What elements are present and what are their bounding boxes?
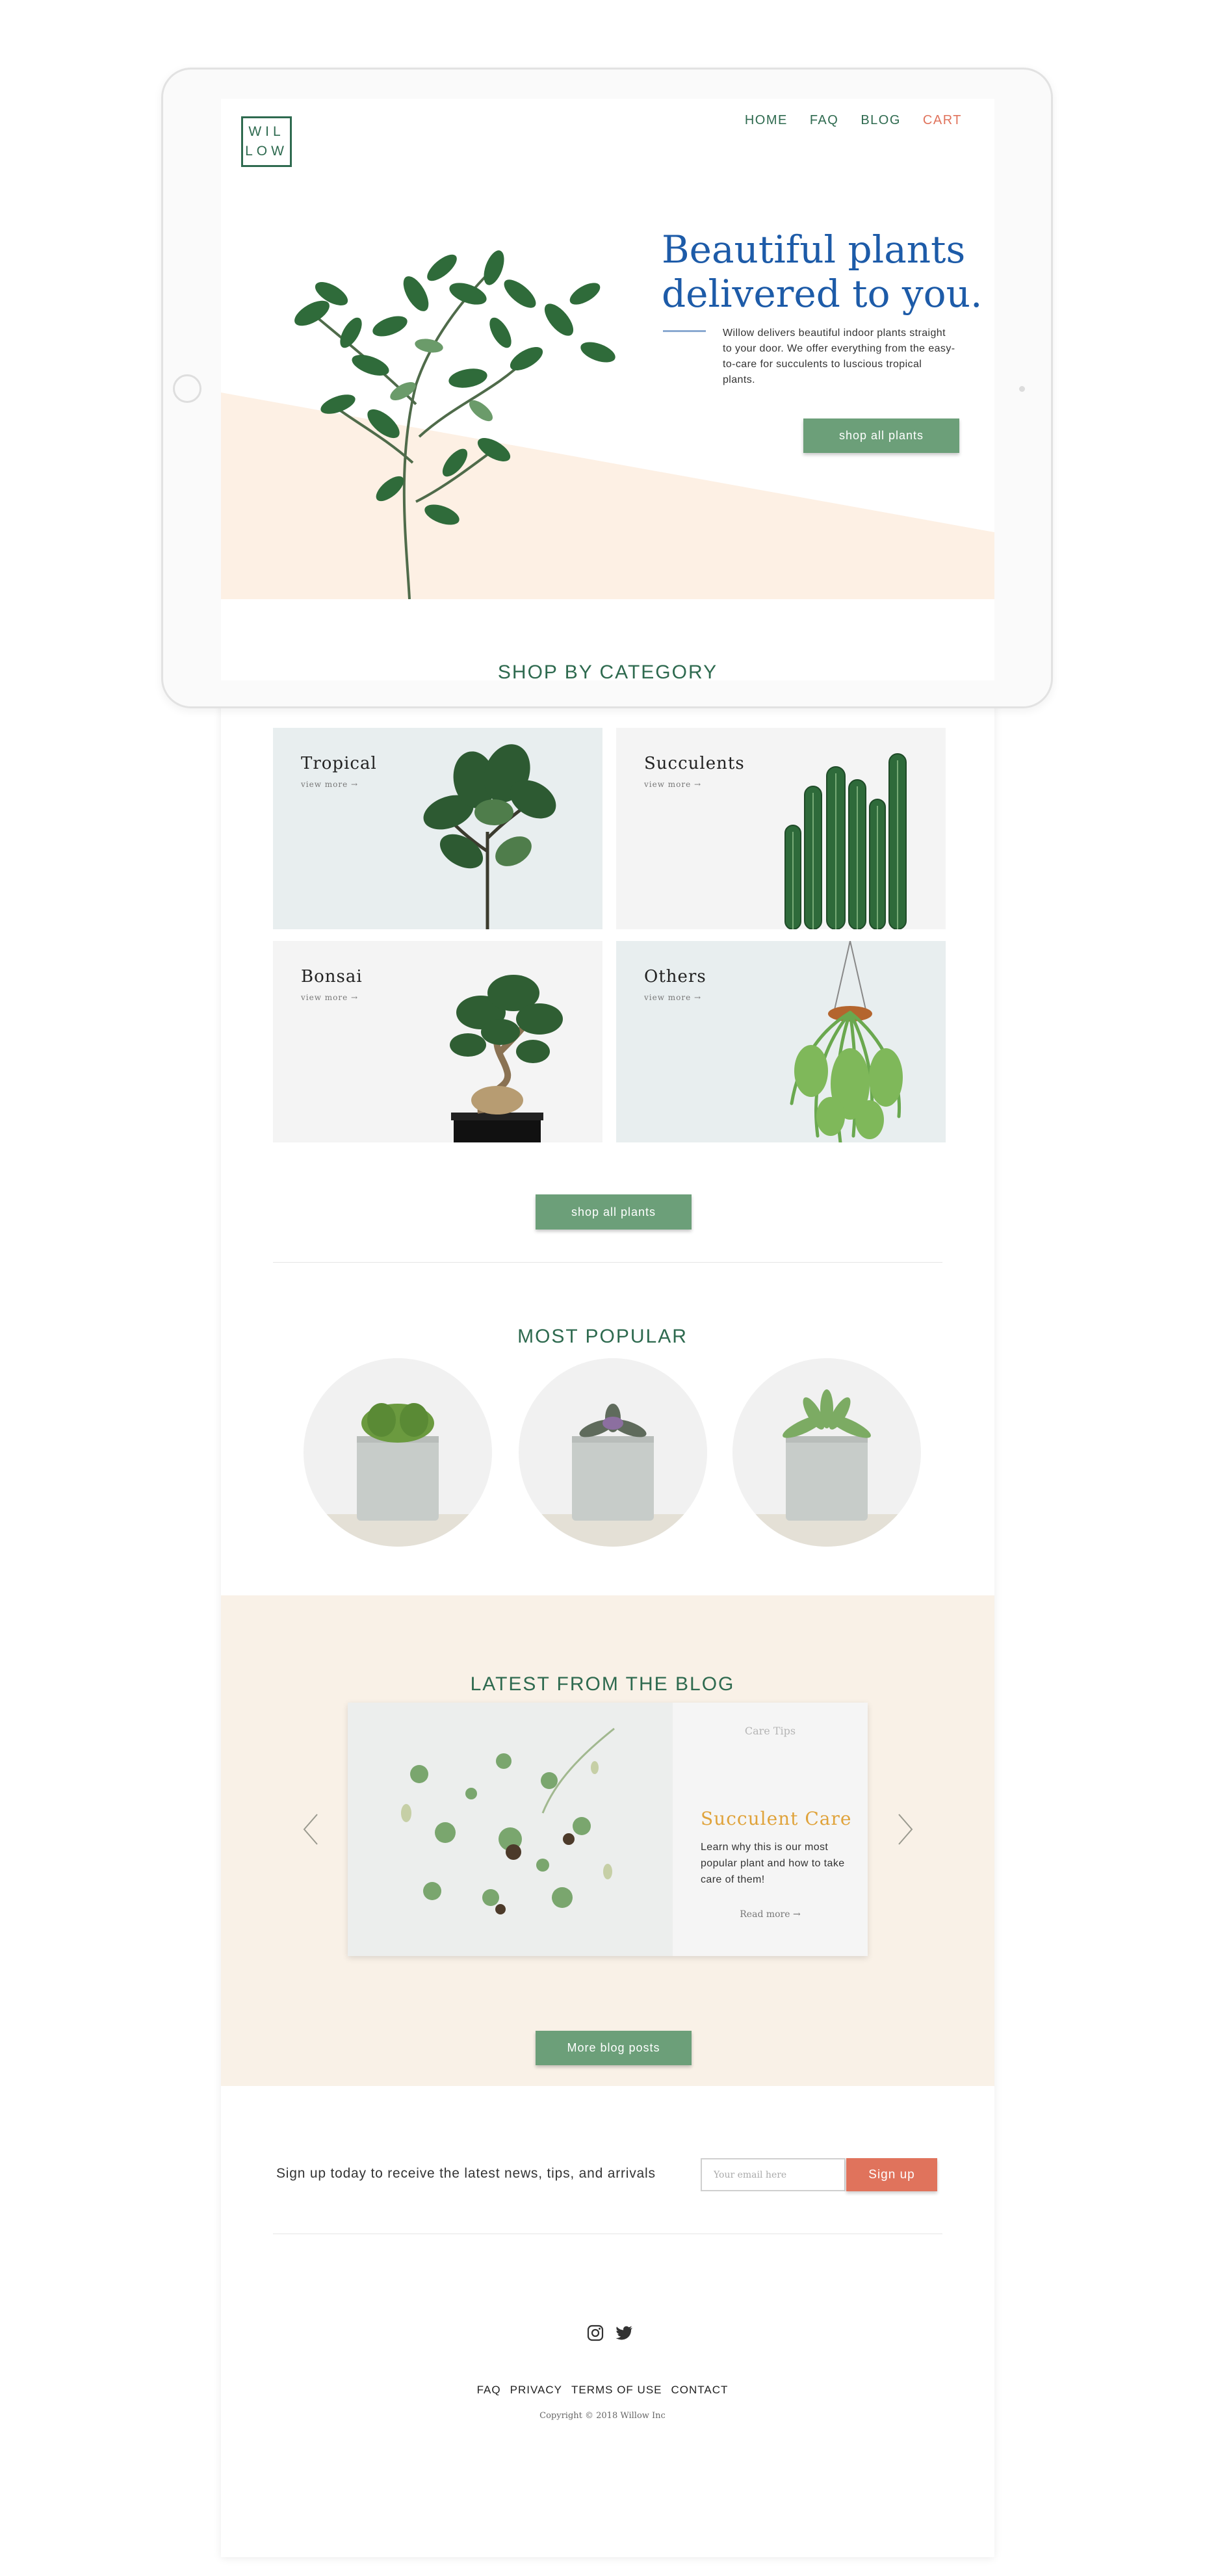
tablet-camera	[1019, 386, 1025, 392]
footer-link-privacy[interactable]: PRIVACY	[510, 2384, 562, 2397]
hero-description: Willow delivers beautiful indoor plants …	[723, 328, 955, 385]
email-field[interactable]	[701, 2158, 846, 2191]
chevron-right-icon[interactable]	[894, 1812, 916, 1847]
logo-line2: LOW	[245, 144, 288, 159]
twitter-icon[interactable]	[615, 2325, 634, 2341]
blog-post-title[interactable]: Succulent Care	[701, 1808, 851, 1829]
logo-line1: WIL	[248, 124, 285, 139]
footer-link-contact[interactable]: CONTACT	[671, 2384, 729, 2397]
blog-post-description: Learn why this is our most popular plant…	[701, 1842, 845, 1885]
category-view-more-link[interactable]: view more →	[644, 993, 701, 1002]
blog-read-more-link[interactable]: Read more →	[673, 1909, 868, 1920]
blog-post-tag: Care Tips	[744, 1725, 796, 1737]
bonsai-image	[450, 975, 563, 1142]
logo[interactable]: WIL LOW	[241, 116, 292, 167]
hero-title: Beautiful plants delivered to you.	[662, 227, 983, 316]
potted-succulent-image	[732, 1389, 921, 1547]
nav-home[interactable]: HOME	[745, 113, 788, 128]
tablet-home-button	[173, 374, 201, 403]
blog-post-card[interactable]: Care Tips Succulent Care Learn why this …	[348, 1703, 868, 1956]
popular-item-succulent[interactable]	[732, 1358, 921, 1547]
social-links	[587, 2325, 634, 2341]
hero-shop-all-button[interactable]: shop all plants	[803, 419, 959, 453]
blog-section-title: LATEST FROM THE BLOG	[470, 1673, 735, 1695]
signup-button[interactable]: Sign up	[846, 2158, 937, 2191]
category-title: Bonsai	[301, 967, 363, 986]
shop-all-plants-button[interactable]: shop all plants	[536, 1194, 692, 1230]
category-title: Succulents	[644, 754, 745, 773]
blog-post-image	[348, 1703, 673, 1956]
category-card-succulents[interactable]: Succulents view more →	[616, 728, 946, 929]
category-title: Others	[644, 967, 706, 986]
category-view-more-link[interactable]: view more →	[301, 780, 358, 789]
footer-links: FAQ PRIVACY TERMS OF USE CONTACT	[0, 2384, 1205, 2397]
most-popular-title: MOST POPULAR	[517, 1326, 688, 1347]
category-view-more-link[interactable]: view more →	[301, 993, 358, 1002]
category-card-tropical[interactable]: Tropical view more →	[273, 728, 602, 929]
shop-by-category-title: SHOP BY CATEGORY	[497, 662, 718, 680]
cactus-image	[784, 753, 907, 929]
nav-blog[interactable]: BLOG	[861, 113, 901, 128]
section-divider	[273, 1262, 942, 1263]
instagram-icon[interactable]	[587, 2325, 604, 2341]
potted-echeveria-image	[519, 1404, 707, 1547]
chevron-left-icon[interactable]	[300, 1812, 322, 1847]
category-view-more-link[interactable]: view more →	[644, 780, 701, 789]
footer-link-faq[interactable]: FAQ	[477, 2384, 501, 2397]
popular-item-cactus[interactable]	[304, 1358, 492, 1547]
hero-divider	[663, 330, 706, 332]
newsletter-copy: Sign up today to receive the latest news…	[276, 2166, 656, 2181]
tropical-plant-image	[423, 744, 556, 929]
nav-cart[interactable]: CART	[923, 113, 962, 128]
category-card-bonsai[interactable]: Bonsai view more →	[273, 941, 602, 1142]
footer-link-terms[interactable]: TERMS OF USE	[571, 2384, 662, 2397]
succulent-flatlay-image	[401, 1727, 615, 1914]
hanging-plant-image	[790, 941, 903, 1142]
main-nav: HOME FAQ BLOG CART	[745, 113, 962, 128]
category-card-others[interactable]: Others view more →	[616, 941, 946, 1142]
category-title: Tropical	[301, 754, 377, 773]
potted-cactus-image	[304, 1403, 492, 1547]
tablet-screen: WIL LOW HOME FAQ BLOG CART Beautiful pla…	[221, 99, 994, 680]
copyright-text: Copyright © 2018 Willow Inc	[539, 2411, 666, 2421]
nav-faq[interactable]: FAQ	[810, 113, 839, 128]
more-blog-posts-button[interactable]: More blog posts	[536, 2031, 692, 2065]
popular-item-echeveria[interactable]	[519, 1358, 707, 1547]
